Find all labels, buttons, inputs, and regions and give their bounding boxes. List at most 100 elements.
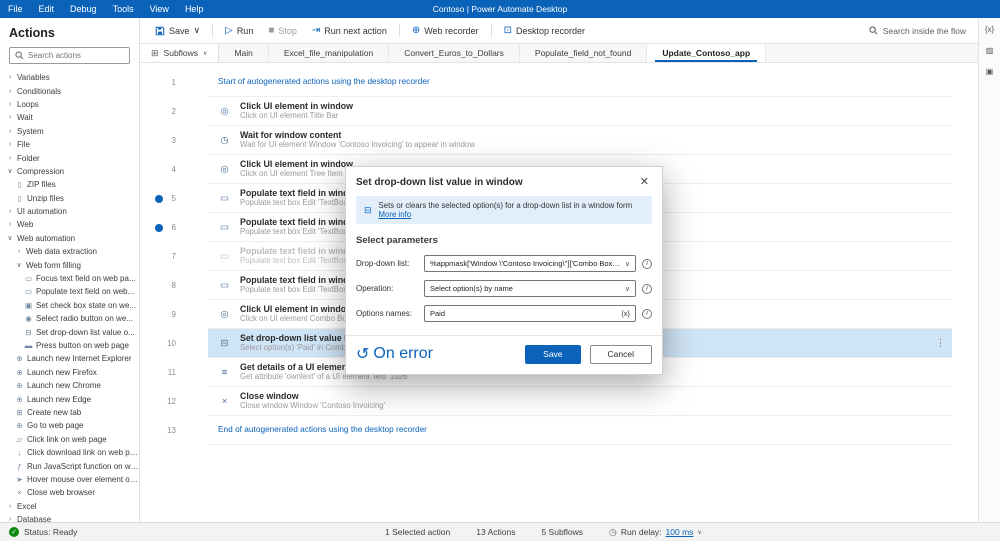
tree-item[interactable]: ▯ZIP files <box>0 178 139 191</box>
save-button[interactable]: Save ∨ <box>148 22 207 39</box>
images-icon[interactable]: ▨ <box>986 46 994 55</box>
breakpoint-icon[interactable] <box>155 195 163 203</box>
toolbar-separator <box>399 24 400 37</box>
tree-item[interactable]: ›Web <box>0 218 139 231</box>
tree-item[interactable]: ↓Click download link on web pa... <box>0 446 139 459</box>
tree-item[interactable]: ▣Set check box state on we... <box>0 299 139 312</box>
run-next-action-button[interactable]: ⇥ Run next action <box>305 23 394 39</box>
tab-convert_euros_to_dollars[interactable]: Convert_Euros_to_Dollars <box>389 44 520 62</box>
tree-item[interactable]: ⊕Launch new Internet Explorer <box>0 352 139 365</box>
flow-comment-row[interactable]: 1Start of autogenerated actions using th… <box>140 68 978 97</box>
tree-item-label: Web <box>17 220 33 229</box>
tree-item[interactable]: ›Variables <box>0 71 139 84</box>
tree-item[interactable]: ›File <box>0 138 139 151</box>
on-error-button[interactable]: ↺ On error <box>356 344 433 364</box>
menu-file[interactable]: File <box>0 0 31 18</box>
web-recorder-button[interactable]: ⊕ Web recorder <box>405 23 486 39</box>
chevron-down-icon: ∨ <box>203 50 207 57</box>
flow-action-row[interactable]: 2◎Click UI element in windowClick on UI … <box>140 97 978 126</box>
tree-item[interactable]: ∨Compression <box>0 165 139 178</box>
cursor-icon: ➤ <box>15 475 24 484</box>
tree-item-label: Web automation <box>17 234 75 243</box>
tree-item[interactable]: ›Database <box>0 513 139 522</box>
flow-action-row[interactable]: 12×Close windowClose window Window 'Cont… <box>140 387 978 416</box>
flow-search[interactable]: Search inside the flow <box>869 26 970 36</box>
flow-comment-row[interactable]: 13End of autogenerated actions using the… <box>140 416 978 445</box>
tree-item-label: System <box>17 127 44 136</box>
tab-populate_field_not_found[interactable]: Populate_field_not_found <box>520 44 647 62</box>
action-card[interactable]: ×Close windowClose window Window 'Contos… <box>208 387 952 416</box>
tree-item[interactable]: ›Web data extraction <box>0 245 139 258</box>
tree-item[interactable]: ›Wait <box>0 111 139 124</box>
tree-item[interactable]: ∨Web automation <box>0 232 139 245</box>
subflows-dropdown[interactable]: ⊞ Subflows ∨ <box>140 44 219 62</box>
info-icon[interactable]: i <box>642 284 652 294</box>
row-gutter: 7 <box>140 242 208 271</box>
tree-item[interactable]: ⊕Go to web page <box>0 419 139 432</box>
tree-item[interactable]: ⊞Create new tab <box>0 406 139 419</box>
tree-item[interactable]: ▭Populate text field on web... <box>0 285 139 298</box>
action-card[interactable]: Start of autogenerated actions using the… <box>208 68 952 97</box>
tree-item[interactable]: ›System <box>0 125 139 138</box>
tree-item[interactable]: ⊕Launch new Firefox <box>0 366 139 379</box>
action-card[interactable]: ◷Wait for window contentWait for UI elem… <box>208 126 952 155</box>
chevron-right-icon: › <box>6 155 14 162</box>
cancel-button[interactable]: Cancel <box>590 345 652 364</box>
tree-item[interactable]: ⊕Launch new Chrome <box>0 379 139 392</box>
tab-excel_file_manipulation[interactable]: Excel_file_manipulation <box>269 44 389 62</box>
tree-item[interactable]: ›Folder <box>0 151 139 164</box>
run-button[interactable]: ▷ Run <box>218 23 260 39</box>
tree-item[interactable]: ➤Hover mouse over element on... <box>0 473 139 486</box>
tree-item[interactable]: ›UI automation <box>0 205 139 218</box>
tree-item[interactable]: ∨Web form filling <box>0 258 139 271</box>
chevron-down-icon[interactable]: ∨ <box>625 285 630 293</box>
tree-item[interactable]: ⊟Set drop-down list value o... <box>0 325 139 338</box>
run-delay-control[interactable]: ◷ Run delay: 100 ms ∨ <box>609 527 702 538</box>
tab-icon: ⊞ <box>15 408 24 417</box>
search-icon <box>15 51 24 60</box>
actions-search-input[interactable] <box>28 51 124 60</box>
tree-item[interactable]: ›Loops <box>0 98 139 111</box>
close-icon[interactable]: ✕ <box>637 176 652 189</box>
run-delay-value[interactable]: 100 ms <box>666 527 694 537</box>
desktop-recorder-button[interactable]: ⊡ Desktop recorder <box>497 23 592 39</box>
tree-item[interactable]: ×Close web browser <box>0 486 139 499</box>
tree-item[interactable]: ▯Unzip files <box>0 192 139 205</box>
tab-main[interactable]: Main <box>219 44 268 62</box>
tree-item[interactable]: ▭Focus text field on web pa... <box>0 272 139 285</box>
field-input[interactable]: Select option(s) by name∨ <box>424 280 636 297</box>
download-icon: ↓ <box>15 448 24 457</box>
tab-update_contoso_app[interactable]: Update_Contoso_app <box>647 44 766 62</box>
variables-icon[interactable]: {x} <box>985 25 994 34</box>
info-icon[interactable]: i <box>642 309 652 319</box>
chevron-down-icon[interactable]: ∨ <box>625 260 630 268</box>
field-input[interactable]: %appmask['Window \'Contoso Invoicing\'']… <box>424 255 636 272</box>
flow-search-placeholder: Search inside the flow <box>883 26 966 36</box>
breakpoint-icon[interactable] <box>155 224 163 232</box>
variable-picker-icon[interactable]: {x} <box>621 309 630 318</box>
tree-item[interactable]: ›Excel <box>0 500 139 513</box>
save-button[interactable]: Save <box>525 345 580 364</box>
menu-help[interactable]: Help <box>177 0 212 18</box>
more-info-link[interactable]: More info <box>379 210 412 219</box>
field-input[interactable]: Paid{x} <box>424 305 636 322</box>
row-gutter: 10 <box>140 329 208 358</box>
action-card[interactable]: ◎Click UI element in windowClick on UI e… <box>208 97 952 126</box>
menu-edit[interactable]: Edit <box>31 0 63 18</box>
more-options-icon[interactable]: ⋮ <box>936 338 945 349</box>
menu-debug[interactable]: Debug <box>62 0 105 18</box>
tree-item[interactable]: ▬Press button on web page <box>0 339 139 352</box>
info-icon[interactable]: i <box>642 259 652 269</box>
tree-item[interactable]: ◉Select radio button on we... <box>0 312 139 325</box>
menu-view[interactable]: View <box>142 0 177 18</box>
flow-action-row[interactable]: 3◷Wait for window contentWait for UI ele… <box>140 126 978 155</box>
ui-elements-icon[interactable]: ▣ <box>986 67 994 76</box>
action-card[interactable]: End of autogenerated actions using the d… <box>208 416 952 445</box>
menu-tools[interactable]: Tools <box>105 0 142 18</box>
tree-item[interactable]: ›Conditionals <box>0 84 139 97</box>
tree-item[interactable]: ▱Click link on web page <box>0 433 139 446</box>
actions-search[interactable] <box>9 47 130 64</box>
tree-item-label: Create new tab <box>27 408 81 417</box>
tree-item[interactable]: ƒRun JavaScript function on we... <box>0 459 139 472</box>
tree-item[interactable]: ⊕Launch new Edge <box>0 392 139 405</box>
